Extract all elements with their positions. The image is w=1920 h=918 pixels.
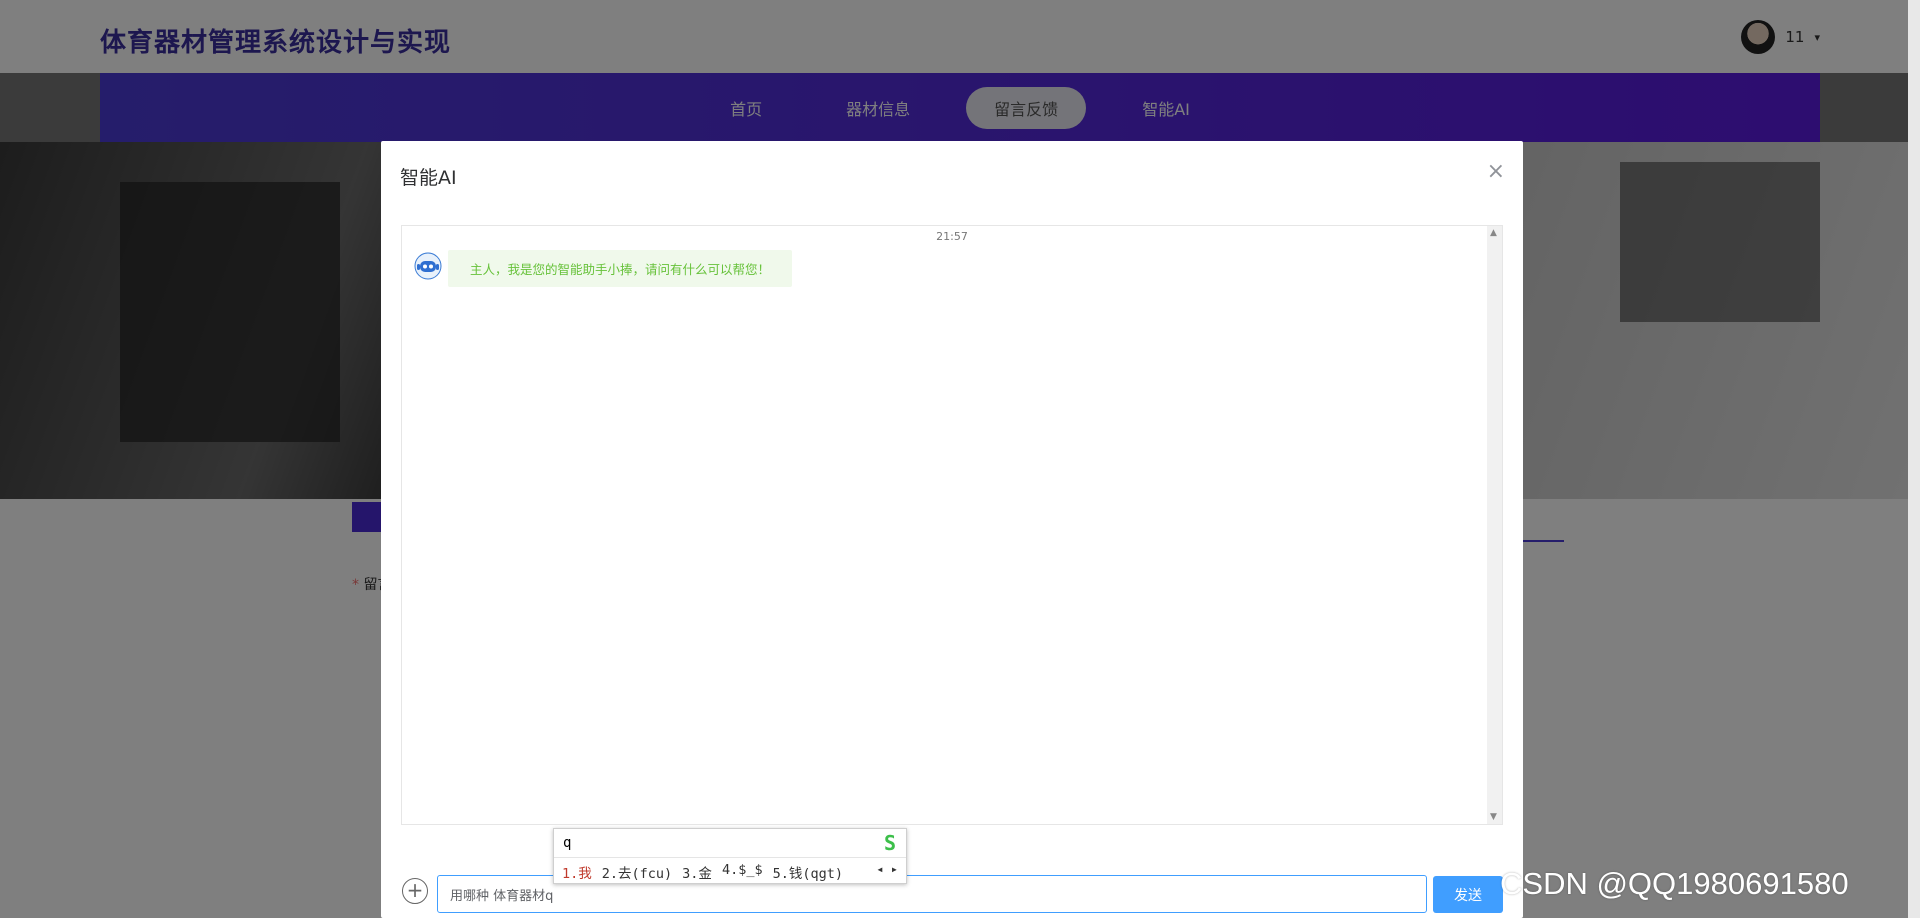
page-scrollbar[interactable] xyxy=(1908,0,1920,918)
ime-candidate[interactable]: 3.金 xyxy=(682,862,712,882)
robot-icon xyxy=(414,252,442,280)
ime-candidate[interactable]: 2.去(fcu) xyxy=(602,862,672,882)
send-button[interactable]: 发送 xyxy=(1433,876,1503,913)
chat-timestamp: 21:57 xyxy=(936,230,968,243)
ai-chat-dialog: 智能AI × 21:57 主人，我是您的智能助手小捧，请问有什么可以帮您！ ▲ … xyxy=(381,141,1523,918)
ime-candidates: 1.我 2.去(fcu) 3.金 4.$_$ 5.钱(qgt) xyxy=(562,862,843,882)
watermark: CSDN @QQ1980691580 xyxy=(1500,866,1849,901)
ime-composition: q xyxy=(563,835,572,851)
sogou-logo-icon: S xyxy=(883,831,897,855)
bot-message: 主人，我是您的智能助手小捧，请问有什么可以帮您！ xyxy=(448,250,793,287)
ime-candidate[interactable]: 4.$_$ xyxy=(722,862,763,882)
scroll-down-icon[interactable]: ▼ xyxy=(1490,812,1497,822)
ime-candidate[interactable]: 1.我 xyxy=(562,862,592,882)
page: 体育器材管理系统设计与实现 11 ▾ 首页 器材信息 留言反馈 智能AI * 留… xyxy=(0,0,1920,918)
scroll-up-icon[interactable]: ▲ xyxy=(1490,228,1497,238)
ime-candidate[interactable]: 5.钱(qgt) xyxy=(773,862,843,882)
scrollbar[interactable]: ▲ ▼ xyxy=(1487,226,1502,824)
ime-page-arrows[interactable]: ◂ ▸ xyxy=(876,862,898,876)
close-icon[interactable]: × xyxy=(1487,159,1505,184)
add-attachment-button[interactable]: + xyxy=(402,878,428,904)
dialog-title: 智能AI xyxy=(400,167,457,189)
ime-candidate-window: q S 1.我 2.去(fcu) 3.金 4.$_$ 5.钱(qgt) ◂ ▸ xyxy=(553,828,907,884)
chat-history[interactable]: 21:57 主人，我是您的智能助手小捧，请问有什么可以帮您！ ▲ ▼ xyxy=(401,225,1503,825)
ime-divider xyxy=(554,857,906,858)
